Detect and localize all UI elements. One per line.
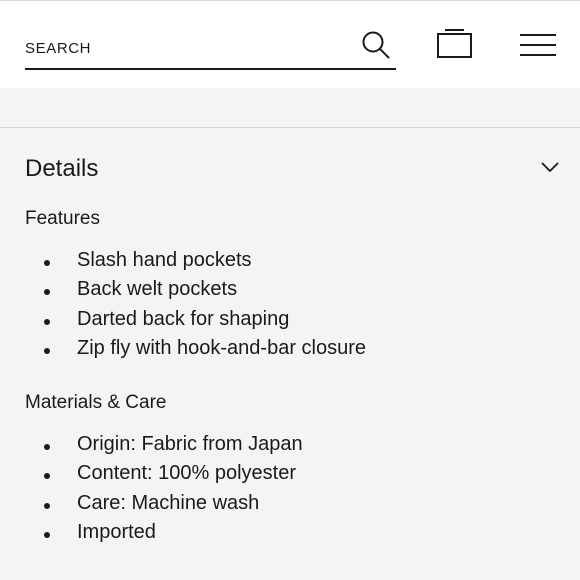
bullet-icon — [44, 260, 50, 266]
details-title: Details — [25, 155, 99, 182]
list-item-text: Darted back for shaping — [77, 307, 290, 330]
list-item: Origin: Fabric from Japan — [0, 430, 580, 459]
page: Details Features Slash hand pockets Back… — [0, 0, 580, 580]
list-item-text: Slash hand pockets — [77, 249, 252, 271]
header — [0, 1, 580, 88]
list-item-text: Imported — [77, 520, 156, 543]
list-item-text: Content: 100% polyester — [77, 462, 297, 485]
bullet-icon — [44, 444, 50, 450]
list-item: Darted back for shaping — [0, 305, 580, 334]
list-item-text: Zip fly with hook-and-bar closure — [77, 336, 367, 359]
list-item-text: Care: Machine wash — [77, 491, 260, 514]
list-item: Care: Machine wash — [0, 489, 580, 518]
bullet-icon — [44, 347, 50, 354]
list-item: Back welt pockets — [0, 275, 580, 304]
list-item-text: Back welt pockets — [77, 278, 238, 301]
bullet-icon — [44, 318, 50, 325]
shopping-bag-icon[interactable] — [436, 28, 474, 60]
list-item: Content: 100% polyester — [0, 459, 580, 488]
list-item: Zip fly with hook-and-bar closure — [0, 334, 580, 363]
bullet-icon — [44, 531, 50, 538]
list-item: Slash hand pockets — [0, 246, 580, 275]
details-accordion-toggle[interactable]: Details — [25, 151, 560, 187]
list-item: Imported — [0, 518, 580, 547]
list-item-text: Origin: Fabric from Japan — [77, 433, 303, 455]
materials-care-list: Origin: Fabric from Japan Content: 100% … — [0, 430, 580, 547]
hamburger-menu-icon[interactable] — [519, 32, 557, 58]
bullet-icon — [44, 289, 50, 296]
search-bar — [25, 28, 396, 70]
bullet-icon — [44, 502, 50, 509]
section-divider — [0, 127, 580, 128]
features-title: Features — [25, 208, 100, 229]
search-input[interactable] — [25, 33, 345, 63]
search-icon[interactable] — [361, 30, 391, 60]
chevron-down-icon[interactable] — [540, 159, 560, 175]
features-list: Slash hand pockets Back welt pockets Dar… — [0, 246, 580, 363]
materials-care-title: Materials & Care — [25, 392, 167, 413]
bullet-icon — [44, 473, 50, 480]
